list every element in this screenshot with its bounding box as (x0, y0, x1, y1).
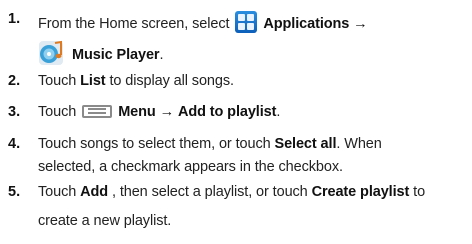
step-2-line-1: Touch List to display all songs. (38, 73, 234, 89)
applications-label: Applications (263, 16, 350, 32)
step-number: 3. (8, 104, 21, 120)
select-all-label: Select all (274, 136, 337, 152)
step-4-line-1: Touch songs to select them, or touch Sel… (38, 136, 382, 152)
applications-grid-icon (235, 11, 258, 33)
step-text: Touch (38, 184, 77, 200)
period: . (276, 104, 281, 120)
step-text: create a new playlist. (38, 213, 172, 229)
arrow: → (353, 16, 368, 32)
step-text: From the Home screen, select (38, 16, 230, 32)
step-text: to display all songs. (109, 73, 234, 89)
arrow: → (159, 104, 175, 120)
step-text: Touch (38, 73, 77, 89)
music-player-icon (39, 40, 63, 65)
add-to-playlist-label: Add to playlist (177, 104, 277, 120)
create-playlist-label: Create playlist (311, 184, 410, 200)
step-text: Touch songs to select them, or touch (38, 136, 271, 152)
menu-key-icon (82, 105, 113, 118)
add-label: Add (80, 184, 109, 200)
step-number: 1. (8, 11, 21, 27)
step-1-line-2: Music Player. (38, 40, 164, 66)
step-number: 4. (8, 136, 21, 152)
music-player-label: Music Player (72, 47, 160, 63)
step-text: , then select a playlist, or touch (111, 184, 308, 200)
step-5-line-2: create a new playlist. (38, 213, 171, 229)
list-label: List (80, 73, 106, 89)
step-5-line-1: Touch Add , then select a playlist, or t… (38, 184, 425, 200)
step-text: selected, a checkmark appears in the che… (38, 159, 343, 175)
step-4-line-2: selected, a checkmark appears in the che… (38, 159, 343, 175)
menu-label: Menu (118, 104, 156, 120)
period: . (159, 47, 164, 63)
step-text: . When (336, 136, 382, 152)
step-text: Touch (38, 104, 77, 120)
step-3-line-1: Touch Menu → Add to playlist. (38, 104, 280, 120)
step-text: to (413, 184, 426, 200)
step-1-line-1: From the Home screen, select Applications… (38, 11, 368, 33)
step-number: 5. (8, 184, 21, 200)
step-number: 2. (8, 73, 21, 89)
